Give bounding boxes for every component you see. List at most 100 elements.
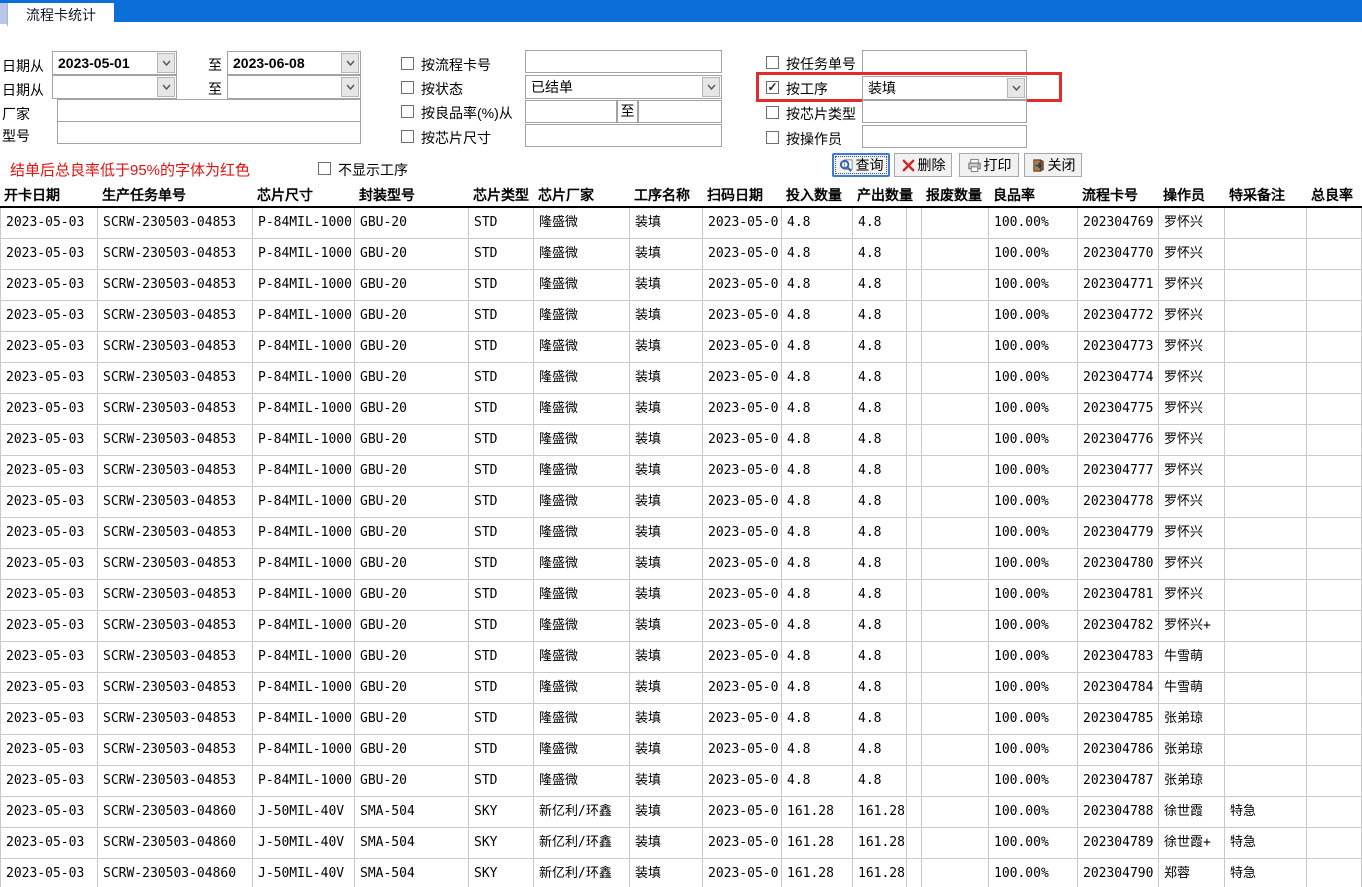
table-row[interactable]: 2023-05-03SCRW-230503-04853P-84MIL-1000G… [0, 518, 1362, 549]
cell: 2023-05-03 [0, 363, 98, 393]
table-row[interactable]: 2023-05-03SCRW-230503-04853P-84MIL-1000G… [0, 208, 1362, 239]
cell: 隆盛微 [534, 456, 630, 486]
table-row[interactable]: 2023-05-03SCRW-230503-04860J-50MIL-40VSM… [0, 828, 1362, 859]
by-chip-type-checkbox[interactable] [766, 106, 779, 119]
column-header[interactable]: 良品率 [989, 185, 1078, 206]
table-row[interactable]: 2023-05-03SCRW-230503-04853P-84MIL-1000G… [0, 394, 1362, 425]
cell: 4.8 [782, 270, 853, 300]
table-row[interactable]: 2023-05-03SCRW-230503-04853P-84MIL-1000G… [0, 549, 1362, 580]
column-header[interactable]: 投入数量 [782, 185, 853, 206]
chevron-down-icon[interactable] [702, 77, 720, 97]
by-process-checkbox[interactable] [766, 81, 779, 94]
process-combo[interactable]: 装填 [862, 76, 1027, 100]
column-header[interactable]: 扫码日期 [703, 185, 782, 206]
by-yield-checkbox[interactable] [401, 105, 414, 118]
by-chip-size-checkbox[interactable] [401, 130, 414, 143]
cell: 2023-05-03 [0, 580, 98, 610]
table-row[interactable]: 2023-05-03SCRW-230503-04853P-84MIL-1000G… [0, 487, 1362, 518]
table-row[interactable]: 2023-05-03SCRW-230503-04853P-84MIL-1000G… [0, 239, 1362, 270]
chevron-down-icon[interactable] [341, 53, 359, 73]
column-header[interactable]: 特采备注 [1225, 185, 1307, 206]
cell: STD [469, 704, 534, 734]
chevron-down-icon[interactable] [157, 77, 175, 97]
factory-input[interactable] [57, 99, 361, 122]
by-operator-checkbox[interactable] [766, 131, 779, 144]
cell [1307, 363, 1362, 393]
hide-process-checkbox[interactable] [318, 162, 331, 175]
chevron-down-icon[interactable] [157, 53, 175, 73]
table-row[interactable]: 2023-05-03SCRW-230503-04853P-84MIL-1000G… [0, 270, 1362, 301]
chip-size-input[interactable] [525, 124, 722, 147]
cell: 罗怀兴 [1159, 394, 1225, 424]
cell [922, 270, 989, 300]
column-header[interactable]: 开卡日期 [0, 185, 98, 206]
operator-input[interactable] [862, 125, 1027, 148]
print-button[interactable]: 打印 [959, 153, 1019, 177]
column-header[interactable]: 操作员 [1159, 185, 1225, 206]
chip-type-input[interactable] [862, 100, 1027, 123]
task-no-input[interactable] [862, 50, 1027, 73]
delete-button[interactable]: 删除 [894, 153, 952, 177]
table-row[interactable]: 2023-05-03SCRW-230503-04853P-84MIL-1000G… [0, 735, 1362, 766]
table-row[interactable]: 2023-05-03SCRW-230503-04860J-50MIL-40VSM… [0, 859, 1362, 887]
table-row[interactable]: 2023-05-03SCRW-230503-04853P-84MIL-1000G… [0, 580, 1362, 611]
date-to2-combo[interactable] [227, 75, 361, 99]
yield-to-input[interactable] [638, 100, 722, 123]
cell: 隆盛微 [534, 518, 630, 548]
by-card-no-checkbox[interactable] [401, 57, 414, 70]
column-header[interactable]: 生产任务单号 [98, 185, 253, 206]
cell: STD [469, 642, 534, 672]
table-row[interactable]: 2023-05-03SCRW-230503-04853P-84MIL-1000G… [0, 425, 1362, 456]
table-row[interactable]: 2023-05-03SCRW-230503-04853P-84MIL-1000G… [0, 704, 1362, 735]
column-header[interactable]: 芯片类型 [469, 185, 534, 206]
table-row[interactable]: 2023-05-03SCRW-230503-04853P-84MIL-1000G… [0, 363, 1362, 394]
chevron-down-icon[interactable] [341, 77, 359, 97]
column-header[interactable]: 芯片厂家 [534, 185, 630, 206]
table-row[interactable]: 2023-05-03SCRW-230503-04853P-84MIL-1000G… [0, 766, 1362, 797]
column-header[interactable]: 总良率 [1307, 185, 1362, 206]
card-no-input[interactable] [525, 50, 722, 73]
close-button[interactable]: 关闭 [1024, 153, 1082, 177]
column-header[interactable]: 封装型号 [355, 185, 469, 206]
cell: 装填 [630, 208, 703, 238]
cell: 202304784 [1078, 673, 1159, 703]
cell: 100.00% [989, 735, 1078, 765]
cell: 100.00% [989, 642, 1078, 672]
yield-from-input[interactable] [525, 100, 617, 123]
table-row[interactable]: 2023-05-03SCRW-230503-04853P-84MIL-1000G… [0, 332, 1362, 363]
table-row[interactable]: 2023-05-03SCRW-230503-04853P-84MIL-1000G… [0, 456, 1362, 487]
column-header[interactable]: 工序名称 [630, 185, 703, 206]
cell: 4.8 [782, 425, 853, 455]
by-status-checkbox[interactable] [401, 81, 414, 94]
cell [1307, 797, 1362, 827]
model-input[interactable] [57, 121, 361, 144]
cell: 100.00% [989, 208, 1078, 238]
query-button[interactable]: 查询 [832, 153, 890, 177]
table-row[interactable]: 2023-05-03SCRW-230503-04853P-84MIL-1000G… [0, 673, 1362, 704]
status-combo[interactable]: 已结单 [525, 75, 722, 99]
cell [1225, 735, 1307, 765]
date-from-combo[interactable]: 2023-05-01 [52, 51, 177, 75]
table-row[interactable]: 2023-05-03SCRW-230503-04853P-84MIL-1000G… [0, 611, 1362, 642]
cell: 隆盛微 [534, 735, 630, 765]
cell: 4.8 [853, 332, 907, 362]
table-row[interactable]: 2023-05-03SCRW-230503-04853P-84MIL-1000G… [0, 642, 1362, 673]
column-header[interactable]: 报废数量 [922, 185, 989, 206]
cell: 202304785 [1078, 704, 1159, 734]
chevron-down-icon[interactable] [1007, 78, 1025, 98]
date-to-combo[interactable]: 2023-06-08 [227, 51, 361, 75]
cell: STD [469, 394, 534, 424]
tab-process-card-stats[interactable]: 流程卡统计 [7, 3, 114, 26]
cell: P-84MIL-1000 [253, 735, 355, 765]
table-row[interactable]: 2023-05-03SCRW-230503-04853P-84MIL-1000G… [0, 301, 1362, 332]
by-task-no-checkbox[interactable] [766, 56, 779, 69]
column-header[interactable]: 流程卡号 [1078, 185, 1159, 206]
column-header[interactable]: 产出数量 [853, 185, 907, 206]
cell: 装填 [630, 270, 703, 300]
cell: 4.8 [853, 239, 907, 269]
column-header[interactable]: 芯片尺寸 [253, 185, 355, 206]
cell: SCRW-230503-04853 [98, 673, 253, 703]
table-row[interactable]: 2023-05-03SCRW-230503-04860J-50MIL-40VSM… [0, 797, 1362, 828]
date-from2-combo[interactable] [52, 75, 177, 99]
cell: 4.8 [853, 549, 907, 579]
